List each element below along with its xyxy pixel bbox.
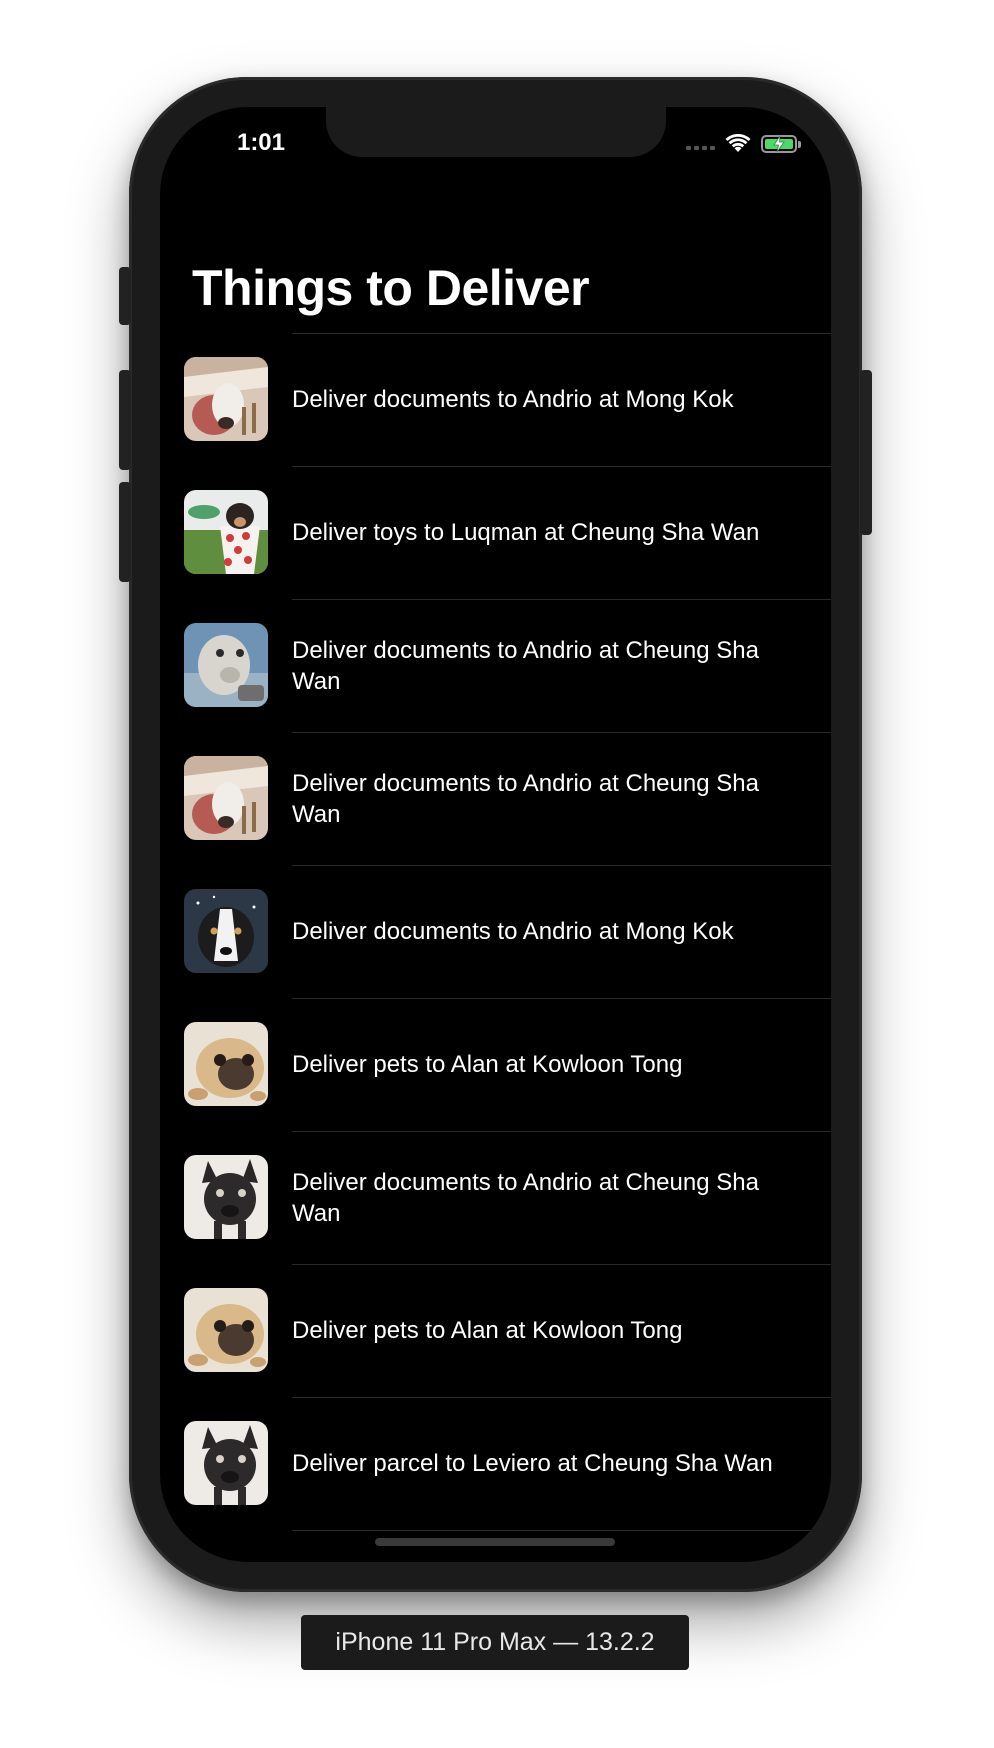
- puppy-in-polka-dot-cup-photo: [184, 490, 268, 574]
- list-item[interactable]: Deliver pets to Alan at Kowloon Tong: [160, 998, 831, 1131]
- list-item[interactable]: Deliver documents to Andrio at Mong Kok: [160, 333, 831, 466]
- delivery-description: Deliver pets to Alan at Kowloon Tong: [292, 1051, 683, 1078]
- status-time: 1:01: [236, 129, 286, 156]
- delivery-description: Deliver toys to Luqman at Cheung Sha Wan: [292, 519, 760, 546]
- volume-down-button[interactable]: [119, 482, 131, 582]
- home-indicator[interactable]: [375, 1538, 615, 1546]
- delivery-description: Deliver documents to Andrio at Cheung Sh…: [292, 1168, 759, 1227]
- wifi-icon: [725, 134, 751, 152]
- silent-switch[interactable]: [119, 267, 131, 325]
- delivery-description: Deliver documents to Andrio at Mong Kok: [292, 386, 734, 413]
- list-item[interactable]: Deliver documents to Andrio at Cheung Sh…: [160, 1131, 831, 1264]
- french-bulldog-photo: [184, 1421, 268, 1505]
- simulator-device-label: iPhone 11 Pro Max — 13.2.2: [301, 1615, 689, 1670]
- pug-photo: [184, 1288, 268, 1372]
- delivery-description: Deliver documents to Andrio at Cheung Sh…: [292, 769, 759, 828]
- iphone-device-frame: 1:01 Things to Deliver Deliver documents…: [119, 77, 872, 1592]
- delivery-description: Deliver documents to Andrio at Mong Kok: [292, 918, 734, 945]
- list-item[interactable]: Deliver documents to Andrio at Mong Kok: [160, 865, 831, 998]
- power-button[interactable]: [860, 370, 872, 535]
- list-item[interactable]: Deliver pets to Alan at Kowloon Tong: [160, 1264, 831, 1397]
- list-item[interactable]: Deliver toys to Luqman at Cheung Sha Wan: [160, 466, 831, 599]
- simulator-stage: 1:01 Things to Deliver Deliver documents…: [0, 0, 994, 1748]
- page-title: Things to Deliver: [192, 260, 590, 316]
- list-item[interactable]: [160, 1530, 831, 1562]
- delivery-description: Deliver documents to Andrio at Cheung Sh…: [292, 636, 759, 695]
- list-item[interactable]: Deliver documents to Andrio at Cheung Sh…: [160, 599, 831, 732]
- border-collie-photo: [184, 889, 268, 973]
- delivery-list[interactable]: Deliver documents to Andrio at Mong Kok: [160, 333, 831, 1562]
- delivery-description: Deliver parcel to Leviero at Cheung Sha …: [292, 1450, 773, 1477]
- status-icons: [686, 133, 801, 155]
- list-item[interactable]: Deliver parcel to Leviero at Cheung Sha …: [160, 1397, 831, 1530]
- delivery-description: Deliver pets to Alan at Kowloon Tong: [292, 1317, 683, 1344]
- device-screen: 1:01 Things to Deliver Deliver documents…: [160, 107, 831, 1562]
- cellular-signal-icon: [686, 138, 715, 150]
- battery-charging-icon: [761, 135, 801, 153]
- alpaca-photo: [184, 623, 268, 707]
- list-item[interactable]: Deliver documents to Andrio at Cheung Sh…: [160, 732, 831, 865]
- volume-up-button[interactable]: [119, 370, 131, 470]
- pug-photo: [184, 1022, 268, 1106]
- white-pony-photo: [184, 357, 268, 441]
- french-bulldog-photo: [184, 1155, 268, 1239]
- white-pony-photo: [184, 756, 268, 840]
- notch: [326, 107, 666, 157]
